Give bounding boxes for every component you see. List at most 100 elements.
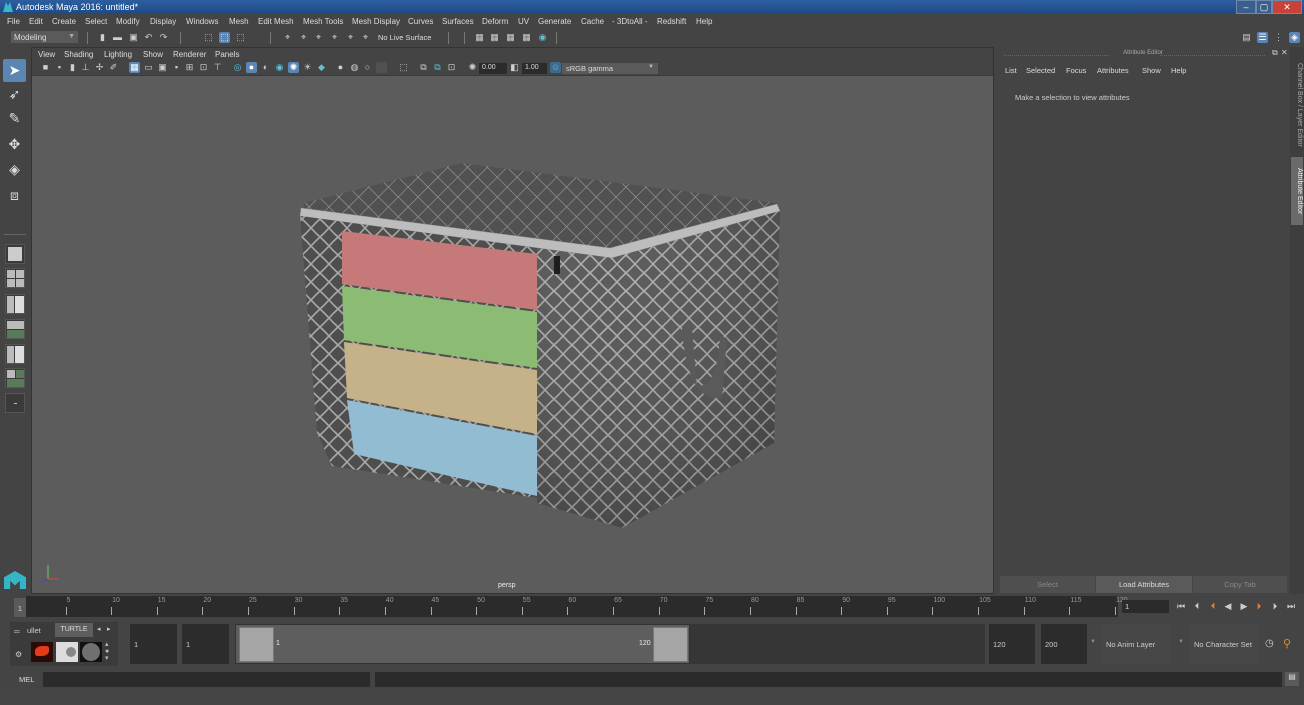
play-backward-icon[interactable]: ◀ xyxy=(1222,601,1234,612)
playback-start-field[interactable]: 1 xyxy=(182,624,229,664)
scene-render[interactable] xyxy=(32,48,993,593)
menu-display[interactable]: Display xyxy=(150,17,176,26)
menu-surfaces[interactable]: Surfaces xyxy=(442,17,474,26)
copy-tab-button[interactable]: Copy Tab xyxy=(1193,576,1287,593)
modeling-toolkit-icon[interactable]: ▤ xyxy=(1241,32,1252,43)
live-surface-label[interactable]: No Live Surface xyxy=(378,33,431,42)
menu-icon[interactable]: ═ xyxy=(14,627,20,636)
menu-create[interactable]: Create xyxy=(52,17,76,26)
render-frame-icon[interactable]: ▦ xyxy=(489,32,500,43)
anim-layer-dropdown[interactable]: No Anim Layer xyxy=(1102,624,1170,664)
menu-uv[interactable]: UV xyxy=(518,17,529,26)
fire-effect-icon[interactable] xyxy=(31,642,53,662)
select-hierarchy-icon[interactable]: ⬚ xyxy=(203,32,214,43)
graph-editor-layout-icon[interactable] xyxy=(5,368,25,388)
outliner-persp-layout-icon[interactable] xyxy=(5,344,25,364)
end-time-field[interactable]: 200 xyxy=(1041,624,1087,664)
attr-menu-list[interactable]: List xyxy=(1005,66,1017,75)
scale-tool-icon[interactable]: ⧈ xyxy=(3,184,26,207)
menu-select[interactable]: Select xyxy=(85,17,107,26)
move-tool-icon[interactable]: ✥ xyxy=(3,133,26,156)
select-object-icon[interactable]: ⬚ xyxy=(219,32,230,43)
menu-3dtoall[interactable]: - 3DtoAll - xyxy=(612,17,648,26)
snap-view-plane-icon[interactable]: ⌖ xyxy=(329,32,340,43)
tab-channel-box[interactable]: Channel Box / Layer Editor xyxy=(1291,55,1303,155)
paint-select-tool-icon[interactable]: ✎ xyxy=(3,107,26,130)
render-view-icon[interactable]: ◉ xyxy=(537,32,548,43)
auto-key-icon[interactable]: ⚲ xyxy=(1283,637,1291,650)
range-start-handle[interactable] xyxy=(239,627,274,662)
attr-menu-help[interactable]: Help xyxy=(1171,66,1186,75)
ipr-render-icon[interactable]: ▦ xyxy=(505,32,516,43)
character-set-dropdown[interactable]: No Character Set xyxy=(1190,624,1258,664)
menu-edit[interactable]: Edit xyxy=(29,17,43,26)
two-pane-layout-icon[interactable] xyxy=(5,294,25,314)
start-time-field[interactable]: 1 xyxy=(130,624,177,664)
menu-generate[interactable]: Generate xyxy=(538,17,571,26)
close-panel-icon[interactable]: ✕ xyxy=(1281,48,1288,57)
four-view-layout-icon[interactable] xyxy=(5,268,25,288)
snap-grid-icon[interactable]: ⌖ xyxy=(282,32,293,43)
menu-mesh-tools[interactable]: Mesh Tools xyxy=(303,17,343,26)
menu-deform[interactable]: Deform xyxy=(482,17,508,26)
menu-file[interactable]: File xyxy=(7,17,20,26)
snap-curve-icon[interactable]: ⌖ xyxy=(298,32,309,43)
persp-outliner-layout-icon[interactable] xyxy=(5,319,25,339)
snap-point-icon[interactable]: ⌖ xyxy=(313,32,324,43)
menu-help[interactable]: Help xyxy=(696,17,712,26)
sphere-icon[interactable] xyxy=(80,642,102,662)
step-back-frame-icon[interactable]: ⏴ xyxy=(1207,601,1219,612)
attr-menu-selected[interactable]: Selected xyxy=(1026,66,1055,75)
shelf-tab-turtle[interactable]: TURTLE xyxy=(55,623,93,637)
attr-menu-show[interactable]: Show xyxy=(1142,66,1161,75)
step-back-key-icon[interactable]: ⏴ xyxy=(1191,601,1203,612)
playback-end-field[interactable]: 120 xyxy=(989,624,1035,664)
open-scene-icon[interactable]: ▬ xyxy=(112,32,123,43)
lasso-tool-icon[interactable]: ➶ xyxy=(3,83,26,106)
shelf-prev-icon[interactable]: ◂ xyxy=(97,625,101,633)
menu-modify[interactable]: Modify xyxy=(116,17,140,26)
mode-dropdown[interactable]: Modeling ▼ xyxy=(11,31,78,43)
menu-windows[interactable]: Windows xyxy=(186,17,218,26)
attr-menu-focus[interactable]: Focus xyxy=(1066,66,1086,75)
hypershade-icon[interactable]: ▦ xyxy=(521,32,532,43)
new-scene-icon[interactable]: ▮ xyxy=(97,32,108,43)
menu-mesh-display[interactable]: Mesh Display xyxy=(352,17,400,26)
range-slider[interactable]: 1 120 xyxy=(235,624,690,664)
snap-live-icon[interactable]: ⌖ xyxy=(345,32,356,43)
select-tool-icon[interactable]: ➤ xyxy=(3,59,26,82)
minimize-button[interactable]: – xyxy=(1236,0,1256,14)
make-live-icon[interactable]: ⌖ xyxy=(360,32,371,43)
chevron-down-icon[interactable]: ▼ xyxy=(1090,639,1096,645)
redo-icon[interactable]: ↷ xyxy=(158,32,169,43)
gear-icon[interactable]: ⚙ xyxy=(15,650,22,659)
maya-home-icon[interactable] xyxy=(4,571,26,589)
tab-attribute-editor[interactable]: Attribute Editor xyxy=(1291,157,1303,225)
close-button[interactable]: ✕ xyxy=(1272,0,1302,14)
select-component-icon[interactable]: ⬚ xyxy=(235,32,246,43)
animation-preferences-icon[interactable]: ◷ xyxy=(1265,638,1274,649)
go-to-end-icon[interactable]: ⏭ xyxy=(1285,601,1297,612)
step-forward-key-icon[interactable]: ⏵ xyxy=(1269,601,1281,612)
range-end-handle[interactable] xyxy=(653,627,688,662)
undo-icon[interactable]: ↶ xyxy=(143,32,154,43)
render-setup-icon[interactable] xyxy=(56,642,78,662)
mel-input[interactable] xyxy=(43,672,370,687)
chevron-down-icon[interactable]: ▼ xyxy=(1178,639,1184,645)
viewport-panel[interactable]: View Shading Lighting Show Renderer Pane… xyxy=(31,47,994,594)
tool-settings-icon[interactable]: ⋮ xyxy=(1273,32,1284,43)
menu-mesh[interactable]: Mesh xyxy=(229,17,249,26)
render-settings-icon[interactable]: ▦ xyxy=(474,32,485,43)
shelf-tab-bullet[interactable]: ullet xyxy=(27,626,41,635)
rotate-tool-icon[interactable]: ◈ xyxy=(3,158,26,181)
load-attributes-button[interactable]: Load Attributes xyxy=(1096,576,1192,593)
channel-box-toggle-icon[interactable]: ◈ xyxy=(1289,32,1300,43)
script-editor-icon[interactable]: ▤ xyxy=(1285,672,1299,686)
mel-label[interactable]: MEL xyxy=(19,675,34,684)
go-to-start-icon[interactable]: ⏮ xyxy=(1175,601,1187,612)
step-forward-frame-icon[interactable]: ⏵ xyxy=(1253,601,1265,612)
attribute-editor-toggle-icon[interactable]: ☰ xyxy=(1257,32,1268,43)
current-frame-field[interactable]: 1 xyxy=(1122,600,1169,613)
play-forward-icon[interactable]: ▶ xyxy=(1238,601,1250,612)
menu-redshift[interactable]: Redshift xyxy=(657,17,686,26)
